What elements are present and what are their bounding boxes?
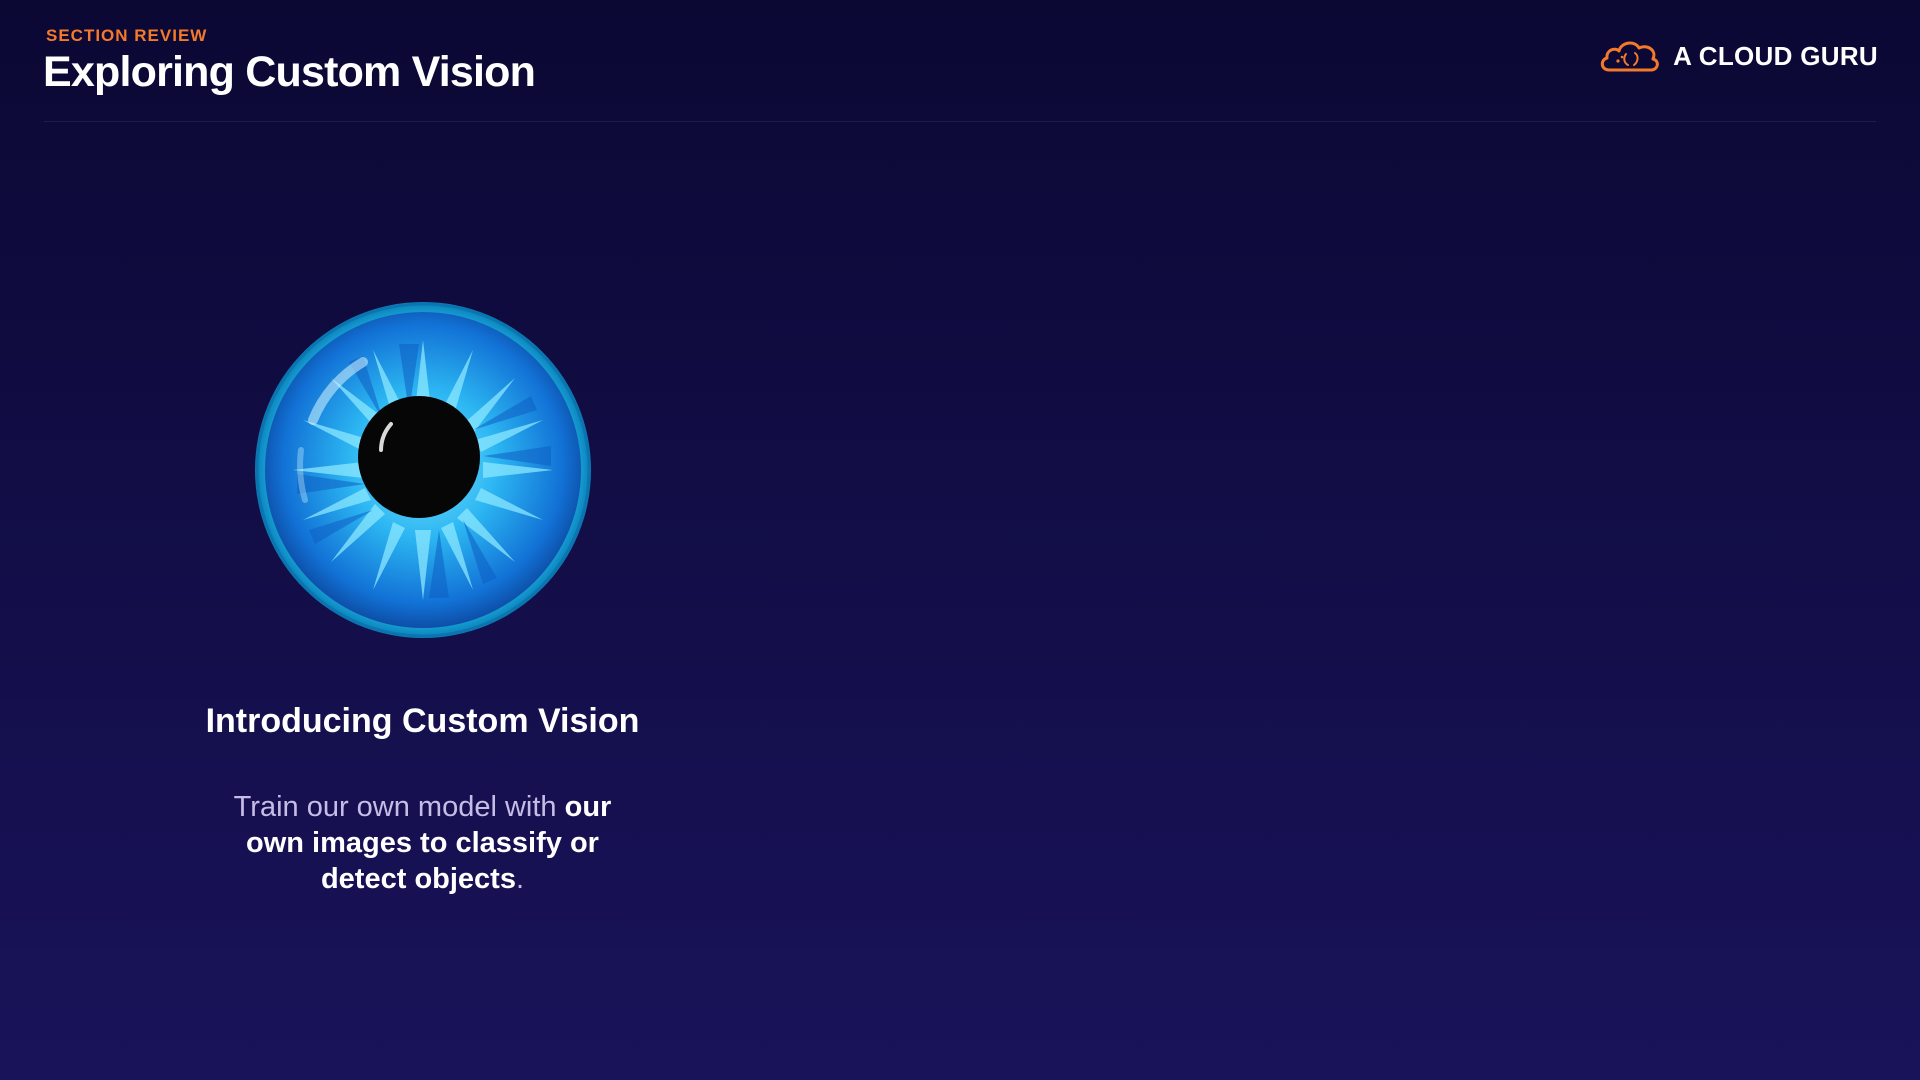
brand-name: A CLOUD GURU	[1673, 40, 1878, 71]
cloud-logo-icon	[1601, 41, 1659, 72]
header-divider	[44, 121, 1876, 122]
topic-card: Introducing Custom Vision Train our own …	[180, 300, 665, 897]
card-title: Introducing Custom Vision	[205, 702, 640, 740]
card-description: Train our own model with our own images …	[213, 789, 633, 897]
card-description-lead: Train our own model with	[233, 791, 565, 823]
brand-logo: A CLOUD GURU	[1597, 36, 1878, 76]
slide-title: Exploring Custom Vision	[43, 48, 536, 96]
eye-icon	[254, 302, 591, 638]
card-description-end: .	[515, 863, 525, 895]
slide-header: SECTION REVIEW Exploring Custom Vision A…	[0, 0, 1920, 122]
section-label: SECTION REVIEW	[46, 26, 208, 45]
